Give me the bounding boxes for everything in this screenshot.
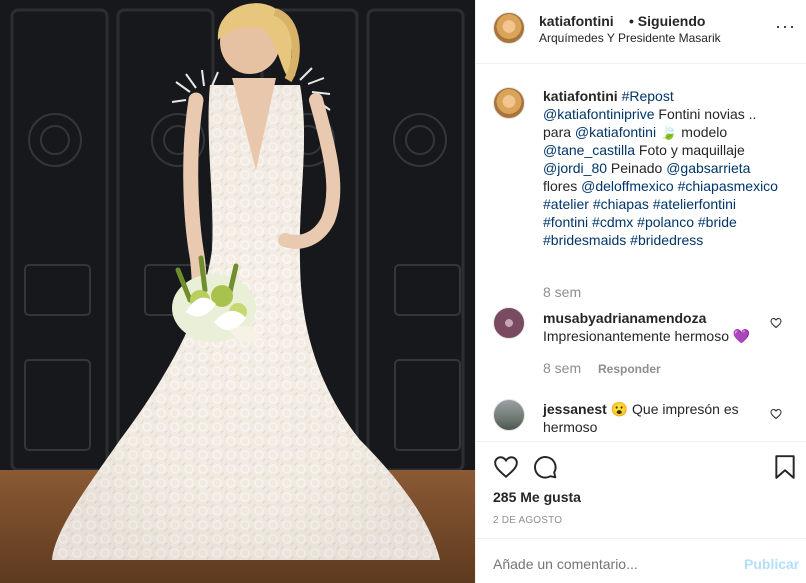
post-date[interactable]: 2 DE AGOSTO [493,515,562,526]
caption-tag-link[interactable]: #atelierfontini [653,196,736,212]
caption-tag-link[interactable]: @katiafontiniprive [543,106,655,122]
like-comment-heart-icon[interactable] [770,408,782,420]
like-comment-heart-icon[interactable] [770,317,782,329]
caption-tag-link[interactable]: #bridesmaids [543,232,626,248]
add-comment-bar: Publicar [476,538,806,583]
author-avatar[interactable] [493,12,525,44]
caption-text: #Repost @katiafontiniprive Fontini novia… [543,88,778,248]
likes-count[interactable]: 285 Me gusta [493,489,581,505]
caption-tag-link[interactable]: #chiapas [593,196,649,212]
caption-tag-link[interactable]: @jordi_80 [543,160,607,176]
post-photo[interactable] [0,0,475,583]
commenter-avatar[interactable] [493,399,525,431]
post-header: katiafontini • Siguiendo Arquímedes Y Pr… [476,0,806,64]
caption-tag-link[interactable]: #cdmx [592,214,633,230]
caption-tag-link[interactable]: #bridedress [630,232,703,248]
caption-tag-link[interactable]: #Repost [622,88,674,104]
caption-tag-link[interactable]: @deloffmexico [581,178,674,194]
caption-text-segment: Peinado [607,160,667,176]
caption-author-avatar[interactable] [493,87,525,119]
comment-icon[interactable] [532,454,558,480]
comment: musabyadrianamendoza Impresionantemente … [543,309,763,345]
caption-tag-link[interactable]: @gabsarrieta [666,160,750,176]
comment-input[interactable] [493,556,713,572]
heart-icon[interactable] [493,454,519,480]
caption-tag-link[interactable]: @tane_castilla [543,142,635,158]
caption-tag-link[interactable]: #fontini [543,214,588,230]
publish-button[interactable]: Publicar [744,556,799,572]
bride-photo-image [0,0,475,583]
bookmark-icon[interactable] [774,454,796,480]
comment-text: Impresionantemente hermoso 💜 [543,328,751,344]
caption-tag-link[interactable]: #bride [698,214,737,230]
comment-username[interactable]: musabyadrianamendoza [543,310,706,326]
caption-tag-link[interactable]: #chiapasmexico [678,178,778,194]
caption-text-segment: Foto y maquillaje [635,142,745,158]
post-details-panel: katiafontini • Siguiendo Arquímedes Y Pr… [475,0,806,583]
comment-username[interactable]: jessanest [543,401,607,417]
caption-author-username[interactable]: katiafontini [543,88,618,104]
author-username[interactable]: katiafontini [539,13,614,29]
follow-status[interactable]: • Siguiendo [629,13,705,29]
more-options-icon[interactable]: ··· [775,16,796,37]
commenter-avatar[interactable] [493,307,525,339]
caption: katiafontini #Repost @katiafontiniprive … [543,87,783,249]
comment-time[interactable]: 8 sem [543,360,581,376]
caption-tag-link[interactable]: @katiafontini [575,124,656,140]
caption-text-segment: 🍃 modelo [656,124,728,140]
caption-time[interactable]: 8 sem [543,284,581,300]
caption-tag-link[interactable]: #polanco [637,214,694,230]
post-location[interactable]: Arquímedes Y Presidente Masarik [539,31,721,45]
instagram-post-view: katiafontini • Siguiendo Arquímedes Y Pr… [0,0,806,583]
caption-text-segment: flores [543,178,582,194]
reply-button[interactable]: Responder [598,362,661,376]
caption-tag-link[interactable]: #atelier [543,196,589,212]
comment: jessanest 😮 Que impresón es hermoso [543,400,753,436]
